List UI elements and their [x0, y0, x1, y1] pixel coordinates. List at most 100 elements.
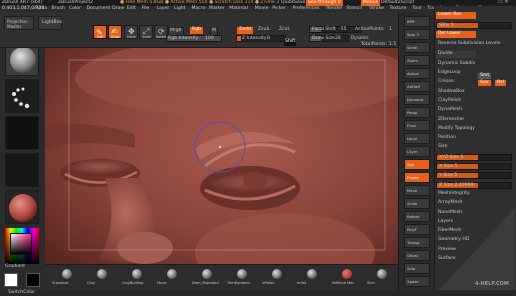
menu-picker[interactable]: Picker	[272, 6, 286, 12]
menu-alpha[interactable]: Alpha	[34, 6, 47, 12]
menu-stroke[interactable]: Stroke	[369, 6, 384, 12]
default-zscript[interactable]: DefaultZScript	[381, 0, 414, 6]
quicksave-button[interactable]: QuickSave	[281, 0, 305, 6]
shelf-persp-button[interactable]: Persp	[404, 107, 430, 118]
stroke-thumbnail[interactable]	[5, 79, 39, 113]
menu-tool[interactable]: Tool	[412, 6, 421, 12]
shelf-xpose-button[interactable]: Xpose	[404, 276, 430, 287]
panel-surface[interactable]: Surface	[436, 256, 512, 263]
panel-z-size-2-40999[interactable]: Z Size 2.40999	[436, 181, 512, 189]
zadd-button[interactable]: Zadd	[237, 27, 253, 34]
draw-button[interactable]: ✍ Draw	[108, 25, 122, 39]
panel-layers[interactable]: Layers	[436, 219, 512, 226]
menu-marker[interactable]: Marker	[209, 6, 225, 12]
main-color-swatch[interactable]	[4, 273, 18, 287]
lightbox-button[interactable]: LightBox	[38, 16, 62, 30]
panel-position[interactable]: Position	[436, 135, 512, 142]
shelf-spix-3-button[interactable]: Spix 3	[404, 29, 430, 40]
scale-button[interactable]: ⤢ Scale	[139, 25, 153, 39]
shelf-lsym-button[interactable]: LSym	[404, 146, 430, 157]
menu-brush[interactable]: Brush	[52, 6, 65, 12]
shelf-scale-button[interactable]: Scale	[404, 198, 430, 209]
panel-meshintegrity[interactable]: MeshIntegrity	[436, 191, 512, 198]
menu-file[interactable]: File	[142, 6, 150, 12]
rgb-button[interactable]: Rgb	[190, 27, 204, 34]
shelf-bpr-button[interactable]: BPR	[404, 16, 430, 27]
texture-thumbnail[interactable]	[5, 153, 39, 187]
panel-dynamic-subdiv[interactable]: Dynamic Subdiv	[436, 61, 512, 68]
brush-slim[interactable]: Slim	[366, 267, 398, 289]
panel-geometry-hd[interactable]: Geometry HD	[436, 237, 512, 244]
shelf-actual-button[interactable]: Actual	[404, 68, 430, 79]
shelf-move-button[interactable]: Move	[404, 185, 430, 196]
shelf-floor-button[interactable]: Floor	[404, 120, 430, 131]
menu-material[interactable]: Material	[229, 6, 248, 12]
panel-sdiv-5[interactable]: SDiv 5	[436, 22, 512, 29]
rgb-intensity-slider[interactable]: Rgb Intensity 100	[166, 35, 222, 42]
brush-standard[interactable]: Standard	[51, 267, 83, 289]
panel-lower-res[interactable]: Lower Res	[436, 12, 476, 19]
panel-fibermesh[interactable]: FiberMesh	[436, 228, 512, 235]
menu-layer[interactable]: Layer	[157, 6, 170, 12]
panel-reverse-subdivision-levels[interactable]: Reverse Subdivision Levels	[436, 41, 512, 48]
shelf-zoom-button[interactable]: Zoom	[404, 55, 430, 66]
panel-divide[interactable]: Divide	[436, 50, 476, 58]
shelf-polyf-button[interactable]: PolyF	[404, 224, 430, 235]
menu-movie[interactable]: Movie	[255, 6, 269, 12]
panel-xyz-size-5[interactable]: XYZ Size 5	[436, 153, 512, 161]
brush-claybuildup[interactable]: ClayBuildup	[121, 267, 153, 289]
menu-color[interactable]: Color	[69, 6, 81, 12]
rel-button[interactable]: Rel	[495, 80, 507, 86]
zsub-button[interactable]: Zsub	[258, 27, 269, 33]
brush-trimdynamic[interactable]: TrimDynamic	[226, 267, 258, 289]
panel-edgeloop[interactable]: EdgeLoop	[436, 70, 512, 77]
panel-modify-topology[interactable]: Modify Topology	[436, 126, 512, 133]
color-square[interactable]	[10, 233, 32, 255]
panel-zremesher[interactable]: ZRemesher	[436, 116, 512, 123]
seethrough-slider[interactable]: See-through 0	[306, 0, 343, 6]
shelf-rotate-button[interactable]: Rotate	[404, 211, 430, 222]
brush-clay[interactable]: Clay	[86, 267, 118, 289]
menu-texture[interactable]: Texture	[390, 6, 407, 12]
panel-x-size-5[interactable]: X Size 5	[436, 162, 512, 170]
z-intensity-slider[interactable]: Z Intensity 8	[236, 35, 286, 42]
menu-document[interactable]: Document	[87, 6, 111, 12]
canvas-viewport[interactable]	[45, 48, 398, 264]
window-controls-icon[interactable]: ▭ ✕	[498, 0, 509, 5]
gradient-label[interactable]: Gradient	[5, 264, 25, 270]
panel-dynamesh[interactable]: DynaMesh	[436, 107, 512, 114]
panel-preview[interactable]: Preview	[436, 247, 512, 254]
zcut-button[interactable]: Zcut	[279, 27, 289, 33]
material-thumbnail[interactable]	[5, 190, 39, 224]
shelf-scroll-button[interactable]: Scroll	[404, 42, 430, 53]
dynamic-toggle[interactable]: Dynamic	[351, 36, 369, 40]
panel-y-size-5[interactable]: Y Size 5	[436, 172, 512, 180]
smt-button[interactable]: Smt	[478, 73, 492, 79]
menus-button[interactable]: Menus	[361, 0, 381, 6]
alpha-thumbnail[interactable]	[5, 116, 39, 150]
projection-master-button[interactable]: Projection Master	[4, 16, 34, 30]
menu-light[interactable]: Light	[174, 6, 185, 12]
suv-button[interactable]: Suv	[478, 80, 491, 86]
panel-nanomesh[interactable]: NanoMesh	[436, 209, 512, 216]
brush-inflat[interactable]: Inflat	[296, 267, 328, 289]
shelf-solo-button[interactable]: Solo	[404, 263, 430, 274]
panel-claypolish[interactable]: ClayPolish	[436, 98, 512, 105]
menu-render[interactable]: Render	[326, 6, 342, 12]
brush-mahcut-mec[interactable]: MAHcut Mec	[331, 267, 363, 289]
color-picker[interactable]	[5, 228, 39, 264]
menu-preferences[interactable]: Preferences	[293, 6, 320, 12]
secondary-color-swatch[interactable]	[26, 273, 40, 287]
panel-arraymesh[interactable]: ArrayMesh	[436, 200, 512, 207]
panel-size[interactable]: Size	[436, 144, 512, 151]
shelf-transp-button[interactable]: Transp	[404, 237, 430, 248]
panel-del-lower[interactable]: Del Lower	[436, 31, 476, 39]
brush-dam_standard[interactable]: Dam_Standard	[191, 267, 223, 289]
shelf-dynamic-button[interactable]: Dynamic	[404, 94, 430, 105]
edit-button[interactable]: ✎ Edit	[93, 25, 107, 39]
menu-stencil[interactable]: Stencil	[346, 6, 362, 12]
shelf-ghost-button[interactable]: Ghost	[404, 250, 430, 261]
panel-shadowbox[interactable]: ShadowBox	[436, 89, 512, 96]
shelf-xyz-button[interactable]: Xyz	[404, 159, 430, 170]
menu-edit[interactable]: Edit	[127, 6, 136, 12]
